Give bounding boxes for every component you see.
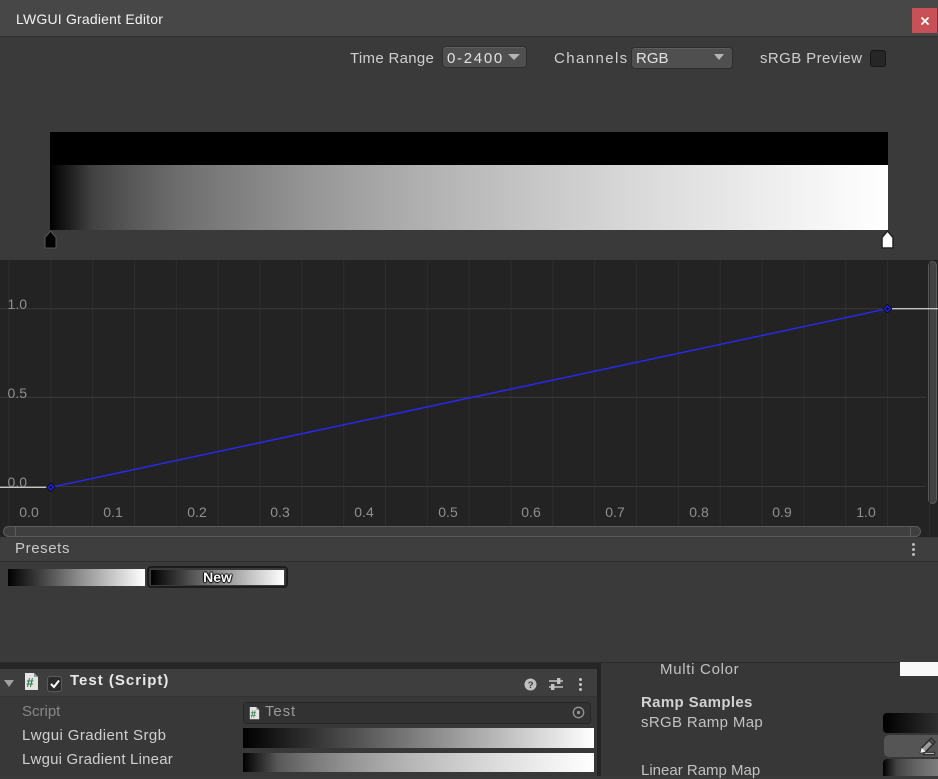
- svg-text:#: #: [26, 675, 34, 690]
- svg-text:?: ?: [528, 680, 534, 691]
- svg-text:#: #: [251, 709, 257, 720]
